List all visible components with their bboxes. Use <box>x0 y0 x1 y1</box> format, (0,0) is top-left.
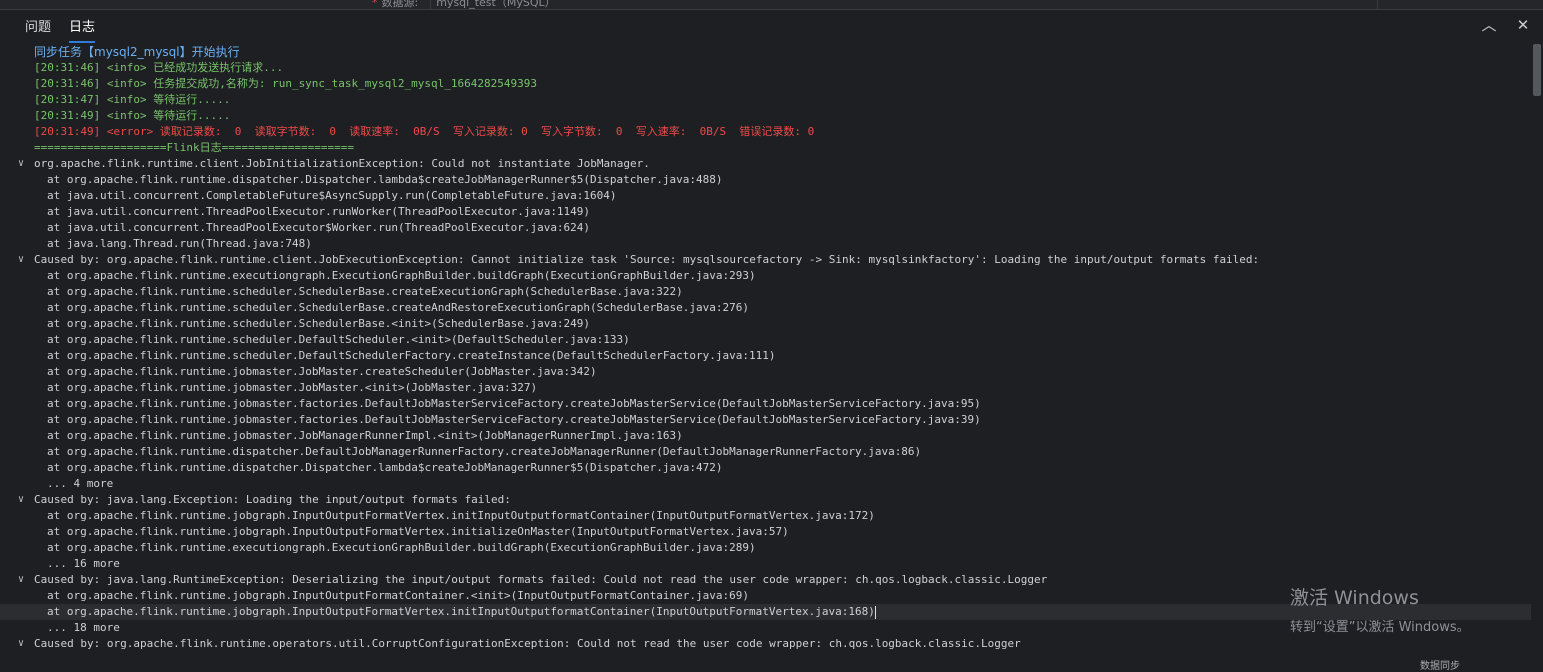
stack-frame: at java.util.concurrent.ThreadPoolExecut… <box>0 220 1531 236</box>
tab-problems[interactable]: 问题 <box>25 16 51 41</box>
stack-frame-text: at org.apache.flink.runtime.scheduler.Sc… <box>47 317 591 330</box>
stack-frame: at org.apache.flink.runtime.executiongra… <box>0 540 1531 556</box>
stack-frame-text: at org.apache.flink.runtime.jobmaster.Jo… <box>47 429 683 442</box>
stack-frame: at org.apache.flink.runtime.scheduler.De… <box>0 332 1531 348</box>
chevron-down-icon[interactable]: ∨ <box>18 572 30 588</box>
stack-frame-text: at java.util.concurrent.ThreadPoolExecut… <box>47 221 591 234</box>
more-frames: ... 16 more <box>47 557 120 570</box>
stack-frame: at java.lang.Thread.run(Thread.java:748) <box>0 236 1531 252</box>
tab-log[interactable]: 日志 <box>69 16 96 43</box>
flink-log-separator: ====================Flink日志=============… <box>34 141 355 154</box>
datasource-value[interactable]: mysql_test（MySQL） <box>436 0 555 9</box>
watermark-subtitle: 转到“设置”以激活 Windows。 <box>1290 620 1470 635</box>
log-output[interactable]: 同步任务【mysql2_mysql】开始执行 [20:31:46] <info>… <box>0 44 1531 665</box>
stack-frame-text: at org.apache.flink.runtime.jobmaster.Jo… <box>47 381 538 394</box>
stack-frame: at org.apache.flink.runtime.scheduler.De… <box>0 348 1531 364</box>
stack-frame: at org.apache.flink.runtime.jobmaster.Jo… <box>0 380 1531 396</box>
stack-frame: at org.apache.flink.runtime.scheduler.Sc… <box>0 284 1531 300</box>
collapse-panel-icon[interactable]: ︿ <box>1480 16 1498 34</box>
stack-frame-text: at org.apache.flink.runtime.executiongra… <box>47 269 756 282</box>
stack-frame-text: at org.apache.flink.runtime.jobmaster.fa… <box>47 413 981 426</box>
exception-title-text: Caused by: java.lang.Exception: Loading … <box>34 493 511 506</box>
stack-frame-text: at org.apache.flink.runtime.executiongra… <box>47 541 756 554</box>
stack-frame: at org.apache.flink.runtime.jobmaster.fa… <box>0 396 1531 412</box>
stack-frame: at org.apache.flink.runtime.jobgraph.Inp… <box>0 524 1531 540</box>
stack-frame: at org.apache.flink.runtime.jobgraph.Inp… <box>0 508 1531 524</box>
exception-title-text: org.apache.flink.runtime.client.JobIniti… <box>34 157 650 170</box>
stack-frame-text: at org.apache.flink.runtime.dispatcher.D… <box>47 173 723 186</box>
stack-frame-text: at org.apache.flink.runtime.jobgraph.Inp… <box>47 589 749 602</box>
stack-frame: at org.apache.flink.runtime.dispatcher.D… <box>0 460 1531 476</box>
exception-title[interactable]: ∨ Caused by: org.apache.flink.runtime.cli… <box>0 252 1531 268</box>
chevron-down-icon[interactable]: ∨ <box>18 156 30 172</box>
panel-tab-bar: 问题 日志 ︿ ✕ <box>0 10 1543 43</box>
stack-frame-text: at java.util.concurrent.CompletableFutur… <box>47 189 617 202</box>
log-info-line: [20:31:47] <info> 等待运行..... <box>34 93 231 106</box>
exception-title-text: Caused by: org.apache.flink.runtime.oper… <box>34 637 1021 650</box>
stack-frame-text: at org.apache.flink.runtime.scheduler.De… <box>47 333 630 346</box>
text-cursor <box>874 605 876 619</box>
stack-frame: at java.util.concurrent.ThreadPoolExecut… <box>0 204 1531 220</box>
chevron-down-icon[interactable]: ∨ <box>18 492 30 508</box>
stack-frame: at java.util.concurrent.CompletableFutur… <box>0 188 1531 204</box>
exception-title-text: Caused by: java.lang.RuntimeException: D… <box>34 573 1048 586</box>
close-panel-icon[interactable]: ✕ <box>1514 16 1532 34</box>
stack-frame: at org.apache.flink.runtime.jobmaster.Jo… <box>0 428 1531 444</box>
stack-frame-text: at org.apache.flink.runtime.jobgraph.Inp… <box>47 605 875 618</box>
windows-activation-watermark: 激活 Windows 转到“设置”以激活 Windows。 <box>1290 583 1470 635</box>
stack-frame-text: at java.util.concurrent.ThreadPoolExecut… <box>47 205 591 218</box>
scrollbar-thumb[interactable] <box>1533 44 1541 96</box>
chevron-down-icon[interactable]: ∨ <box>18 636 30 652</box>
log-info-line: [20:31:46] <info> 任务提交成功,名称为: run_sync_t… <box>34 77 537 90</box>
log-info-line: [20:31:46] <info> 已经成功发送执行请求... <box>34 61 284 74</box>
log-header: 同步任务【mysql2_mysql】开始执行 <box>34 45 240 59</box>
chevron-down-icon[interactable]: ∨ <box>18 252 30 268</box>
stack-frame: at org.apache.flink.runtime.jobmaster.fa… <box>0 412 1531 428</box>
exception-title-text: Caused by: org.apache.flink.runtime.clie… <box>34 253 1260 266</box>
log-error-line: [20:31:49] <error> 读取记录数: 0 读取字节数: 0 读取速… <box>34 125 815 138</box>
top-toolbar-strip: * 数据源: mysql_test（MySQL） <box>0 0 1543 10</box>
stack-frame-text: at org.apache.flink.runtime.scheduler.Sc… <box>47 285 683 298</box>
exception-title[interactable]: ∨ org.apache.flink.runtime.client.JobInit… <box>0 156 1531 172</box>
info-lines: [20:31:46] <info> 已经成功发送执行请求... [20:31:46… <box>0 60 1531 124</box>
exception-title[interactable]: ∨ Caused by: java.lang.Exception: Loading… <box>0 492 1531 508</box>
divider <box>430 0 431 9</box>
stack-frame-text: at org.apache.flink.runtime.scheduler.De… <box>47 349 776 362</box>
stack-frame-text: at java.lang.Thread.run(Thread.java:748) <box>47 237 312 250</box>
stack-frame: at org.apache.flink.runtime.dispatcher.D… <box>0 172 1531 188</box>
stack-frame: at org.apache.flink.runtime.scheduler.Sc… <box>0 316 1531 332</box>
vertical-scrollbar[interactable] <box>1531 44 1543 665</box>
stack-frame: at org.apache.flink.runtime.dispatcher.D… <box>0 444 1531 460</box>
stack-frame-text: at org.apache.flink.runtime.dispatcher.D… <box>47 461 723 474</box>
stack-frame-text: at org.apache.flink.runtime.jobmaster.Jo… <box>47 365 597 378</box>
divider <box>1377 0 1378 9</box>
log-info-line: [20:31:49] <info> 等待运行..... <box>34 109 231 122</box>
stack-frame-text: at org.apache.flink.runtime.jobgraph.Inp… <box>47 525 789 538</box>
watermark-title: 激活 Windows <box>1290 587 1419 609</box>
exception-title[interactable]: ∨ Caused by: org.apache.flink.runtime.ope… <box>0 636 1531 652</box>
datasource-field: * 数据源: mysql_test（MySQL） <box>372 0 556 9</box>
exception-blocks: ∨ org.apache.flink.runtime.client.JobInit… <box>0 156 1531 652</box>
datasource-label: 数据源: <box>381 0 419 9</box>
stack-frame: at org.apache.flink.runtime.jobmaster.Jo… <box>0 364 1531 380</box>
stack-frame-text: at org.apache.flink.runtime.jobgraph.Inp… <box>47 509 875 522</box>
stack-frame: at org.apache.flink.runtime.scheduler.Sc… <box>0 300 1531 316</box>
stack-frame-text: at org.apache.flink.runtime.jobmaster.fa… <box>47 397 981 410</box>
required-star: * <box>372 0 378 9</box>
stack-frame: at org.apache.flink.runtime.executiongra… <box>0 268 1531 284</box>
stack-frame-text: at org.apache.flink.runtime.scheduler.Sc… <box>47 301 749 314</box>
more-frames: ... 4 more <box>47 477 114 490</box>
stack-frame-text: at org.apache.flink.runtime.dispatcher.D… <box>47 445 922 458</box>
